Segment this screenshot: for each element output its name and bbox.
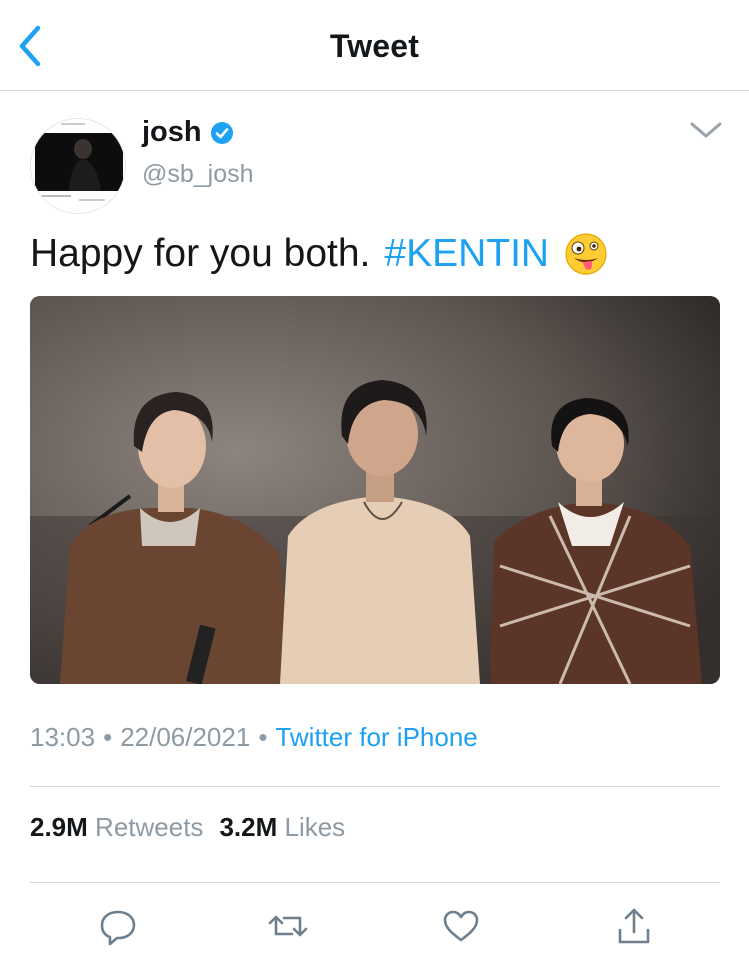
tweet-source-link[interactable]: Twitter for iPhone [275,722,477,752]
chevron-down-icon [690,122,722,138]
tweet-text: Happy for you both. #KENTIN [30,228,609,280]
divider [30,786,720,787]
likes-label: Likes [284,812,346,842]
retweets-count: 2.9M [30,812,88,842]
action-bar [0,904,749,950]
avatar-image [31,119,125,213]
tweet-body: Happy for you both. [30,232,371,275]
tweet-meta: 13:03 • 22/06/2021 • Twitter for iPhone [30,722,478,753]
tweet-date: 22/06/2021 [120,722,251,752]
tweet-photo[interactable] [30,296,720,684]
share-button[interactable] [612,904,656,948]
photo-three-people [30,296,720,684]
reply-icon [100,910,136,946]
page-title: Tweet [329,28,420,64]
meta-separator: • [258,722,268,752]
likes-stat[interactable]: 3.2M Likes [219,812,345,842]
likes-count: 3.2M [219,812,278,842]
author-name[interactable]: josh [142,116,202,149]
retweets-stat[interactable]: 2.9M Retweets [30,812,203,842]
meta-separator: • [103,722,113,752]
author-name-row[interactable]: josh [142,116,234,149]
avatar[interactable] [30,118,126,214]
retweet-button[interactable] [266,904,310,948]
retweet-icon [268,915,308,937]
hashtag-link[interactable]: #KENTIN [384,228,549,280]
like-icon [443,910,479,942]
nav-header: Tweet [0,0,749,91]
zany-face-emoji-icon [565,233,607,275]
author-handle[interactable]: @sb_josh [142,160,254,189]
like-button[interactable] [439,904,483,948]
reply-button[interactable] [96,904,140,948]
verified-badge-icon [210,121,233,144]
tweet-stats: 2.9M Retweets 3.2M Likes [30,812,345,843]
share-icon [618,908,650,944]
retweets-label: Retweets [95,812,204,842]
tweet-time: 13:03 [30,722,96,752]
divider [30,882,720,883]
more-options-button[interactable] [686,116,726,144]
